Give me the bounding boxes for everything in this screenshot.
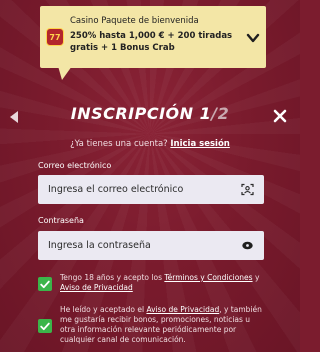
title-total: 2 <box>217 104 230 123</box>
banner-tail <box>58 66 72 80</box>
terms-text-before: Tengo 18 años y acepto los <box>60 273 165 282</box>
terms-text-middle: y <box>252 273 260 282</box>
email-field-container[interactable] <box>38 175 264 204</box>
terms-text: Tengo 18 años y acepto los Términos y Co… <box>60 273 264 293</box>
login-link[interactable]: Inicia sesión <box>170 139 229 149</box>
password-field[interactable] <box>48 240 228 251</box>
checkmark-icon <box>40 322 50 330</box>
welcome-bonus-banner[interactable]: 77 Casino Paquete de bienvenida 250% has… <box>40 6 266 80</box>
marketing-text-before: He leído y aceptado el <box>60 305 147 314</box>
terms-conditions-link[interactable]: Términos y Condiciones <box>164 273 252 282</box>
privacy-notice-link[interactable]: Aviso de Privacidad <box>60 283 133 292</box>
title-step: INSCRIPCIÓN 1 <box>70 104 212 123</box>
checkmark-icon <box>40 280 50 288</box>
marketing-consent-text: He leído y aceptado el Aviso de Privacid… <box>60 305 264 345</box>
banner-offer-text: 250% hasta 1,000 € + 200 tiradas gratis … <box>70 31 233 53</box>
chevron-down-icon[interactable] <box>246 32 260 44</box>
email-field[interactable] <box>48 184 228 195</box>
eye-icon[interactable] <box>241 239 254 252</box>
terms-checkbox[interactable] <box>38 277 52 291</box>
close-icon[interactable] <box>272 108 288 124</box>
slot-machine-icon: 77 <box>46 28 64 46</box>
marketing-privacy-link[interactable]: Aviso de Privacidad <box>146 305 219 314</box>
login-prompt-text: ¿Ya tienes una cuenta? <box>70 139 168 149</box>
slot-icon-text: 77 <box>49 32 61 42</box>
page-title: INSCRIPCIÓN 1/2 <box>0 104 300 123</box>
marketing-checkbox[interactable] <box>38 319 52 333</box>
password-field-container[interactable] <box>38 231 264 260</box>
email-label: Correo electrónico <box>38 161 112 170</box>
scan-face-icon[interactable] <box>241 183 254 196</box>
banner-title: Casino Paquete de bienvenida <box>70 16 199 26</box>
password-label: Contraseña <box>38 216 84 225</box>
login-prompt: ¿Ya tienes una cuenta? Inicia sesión <box>0 139 300 149</box>
